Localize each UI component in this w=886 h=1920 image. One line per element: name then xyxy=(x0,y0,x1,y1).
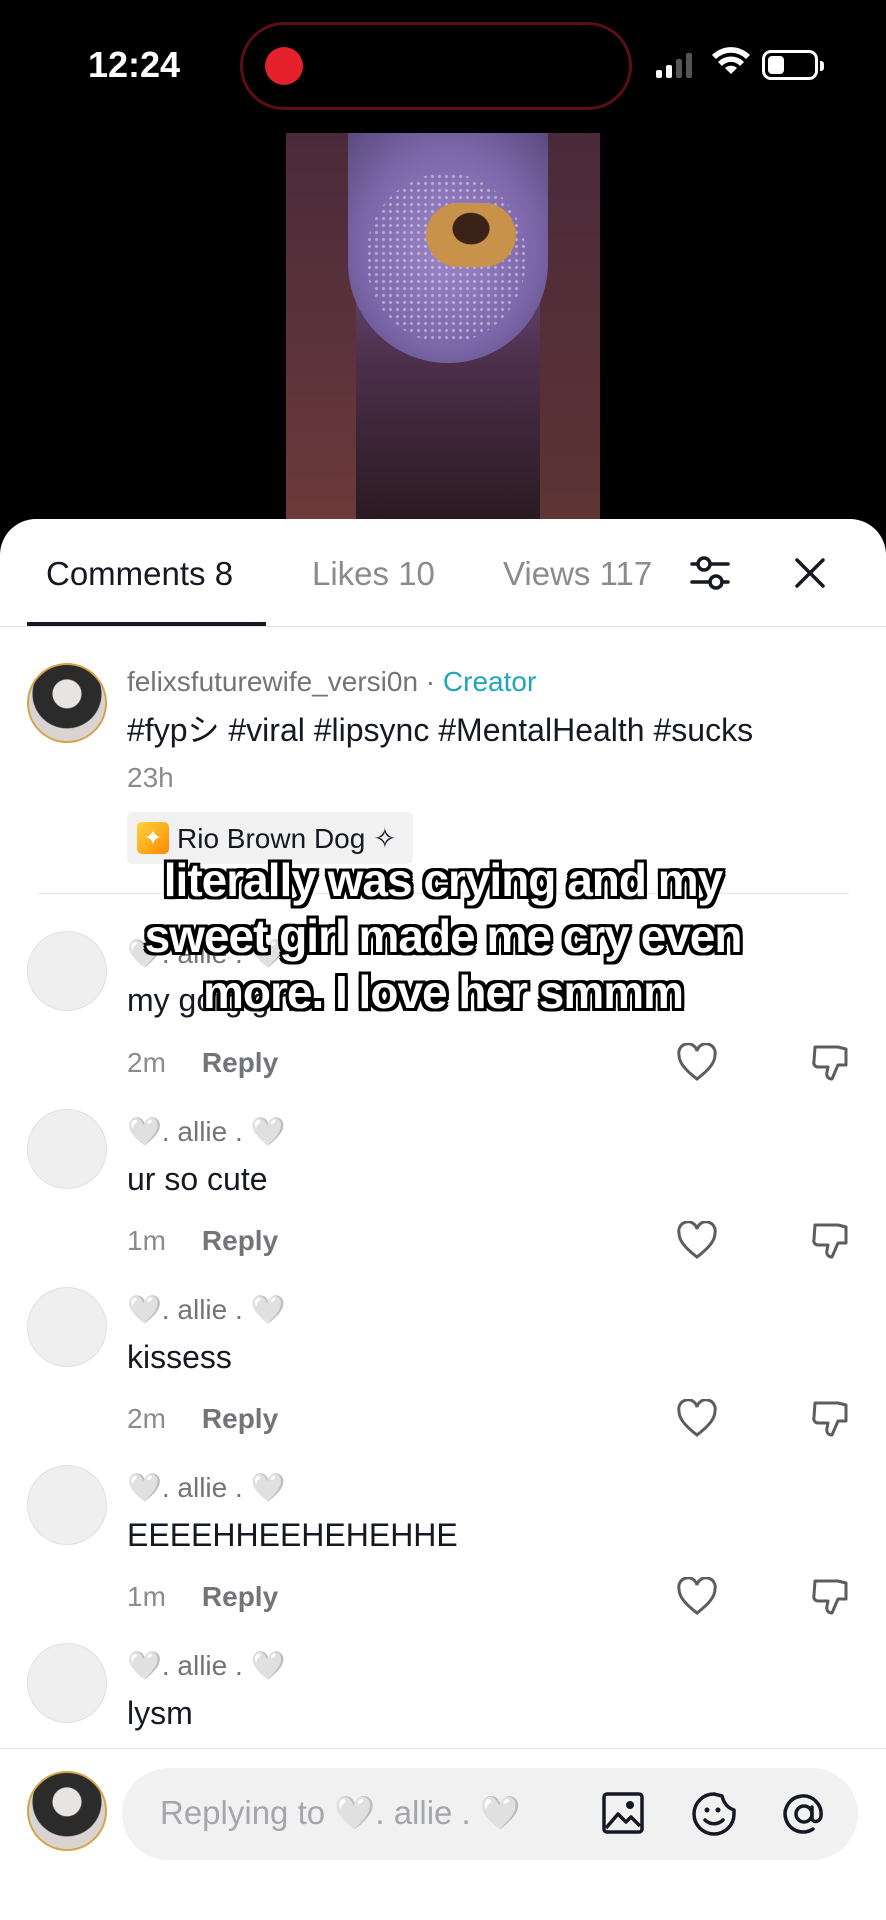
comment-text: kissess xyxy=(127,1339,232,1375)
wifi-icon xyxy=(712,47,750,74)
reply-button[interactable]: Reply xyxy=(202,1047,278,1078)
avatar[interactable] xyxy=(27,1109,107,1189)
dynamic-island xyxy=(240,22,632,110)
like-heart-icon[interactable] xyxy=(676,1399,718,1439)
comment-input[interactable]: Replying to 🤍. allie . 🤍 xyxy=(122,1768,858,1860)
creator-username[interactable]: felixsfuturewife_versi0n xyxy=(127,666,418,697)
avatar[interactable] xyxy=(27,1287,107,1367)
tab-likes[interactable]: Likes 10 xyxy=(312,555,435,593)
comment-text: lysm xyxy=(127,1695,193,1731)
comment-username[interactable]: 🤍. allie . 🤍 xyxy=(127,1293,285,1326)
reply-button[interactable]: Reply xyxy=(202,1403,278,1434)
comment-username[interactable]: 🤍. allie . 🤍 xyxy=(127,1471,285,1504)
creator-post-time: 23h xyxy=(127,762,174,793)
cellular-signal-icon xyxy=(656,52,692,78)
image-icon[interactable] xyxy=(600,1790,646,1836)
like-heart-icon[interactable] xyxy=(676,1043,718,1083)
comment-time: 1m xyxy=(127,1225,166,1256)
comment-input-placeholder: Replying to 🤍. allie . 🤍 xyxy=(160,1794,521,1831)
dislike-thumb-icon[interactable] xyxy=(810,1219,852,1263)
comment-time: 1m xyxy=(127,1581,166,1612)
avatar[interactable] xyxy=(27,931,107,1011)
dog-filter-nose xyxy=(426,203,516,267)
video-caption-overlay: literally was crying and my sweet girl m… xyxy=(144,854,743,1018)
comment-text: ur so cute xyxy=(127,1161,268,1197)
effect-sparkle-icon: ✦ xyxy=(137,822,169,854)
reply-button[interactable]: Reply xyxy=(202,1225,278,1256)
tab-views[interactable]: Views 117 xyxy=(503,555,652,593)
creator-caption-text: #fypシ #viral #lipsync #MentalHealth #suc… xyxy=(127,712,754,748)
filter-sliders-icon[interactable] xyxy=(688,551,732,595)
creator-avatar[interactable] xyxy=(27,663,107,743)
close-icon[interactable] xyxy=(792,555,828,591)
video-preview[interactable] xyxy=(286,133,600,519)
status-bar: 12:24 xyxy=(0,0,886,130)
avatar[interactable] xyxy=(27,1643,107,1723)
creator-badge: Creator xyxy=(442,666,537,697)
effect-name: Rio Brown Dog ✧ xyxy=(177,822,397,854)
dislike-thumb-icon[interactable] xyxy=(810,1575,852,1619)
tab-comments[interactable]: Comments 8 xyxy=(46,555,233,593)
comment-text: EEEEHHEEHEHEHHE xyxy=(127,1517,458,1553)
clock: 12:24 xyxy=(88,44,181,85)
dislike-thumb-icon[interactable] xyxy=(810,1041,852,1085)
recording-indicator-icon xyxy=(265,47,303,85)
my-avatar[interactable] xyxy=(27,1771,107,1851)
comment-time: 2m xyxy=(127,1403,166,1434)
comments-sheet: Comments 8 Likes 10 Views 117 felixsfutu… xyxy=(0,519,886,1920)
like-heart-icon[interactable] xyxy=(676,1221,718,1261)
comment-username[interactable]: 🤍. allie . 🤍 xyxy=(127,1115,285,1148)
battery-icon xyxy=(762,50,824,80)
comment-username[interactable]: 🤍. allie . 🤍 xyxy=(127,1649,285,1682)
sticker-emoji-icon[interactable] xyxy=(690,1790,738,1838)
tab-bar: Comments 8 Likes 10 Views 117 xyxy=(0,519,886,627)
dislike-thumb-icon[interactable] xyxy=(810,1397,852,1441)
reply-button[interactable]: Reply xyxy=(202,1581,278,1612)
active-tab-indicator xyxy=(27,622,266,626)
comment-time: 2m xyxy=(127,1047,166,1078)
comment-composer: Replying to 🤍. allie . 🤍 xyxy=(0,1748,886,1920)
mention-at-icon[interactable] xyxy=(780,1790,828,1838)
like-heart-icon[interactable] xyxy=(676,1577,718,1617)
avatar[interactable] xyxy=(27,1465,107,1545)
